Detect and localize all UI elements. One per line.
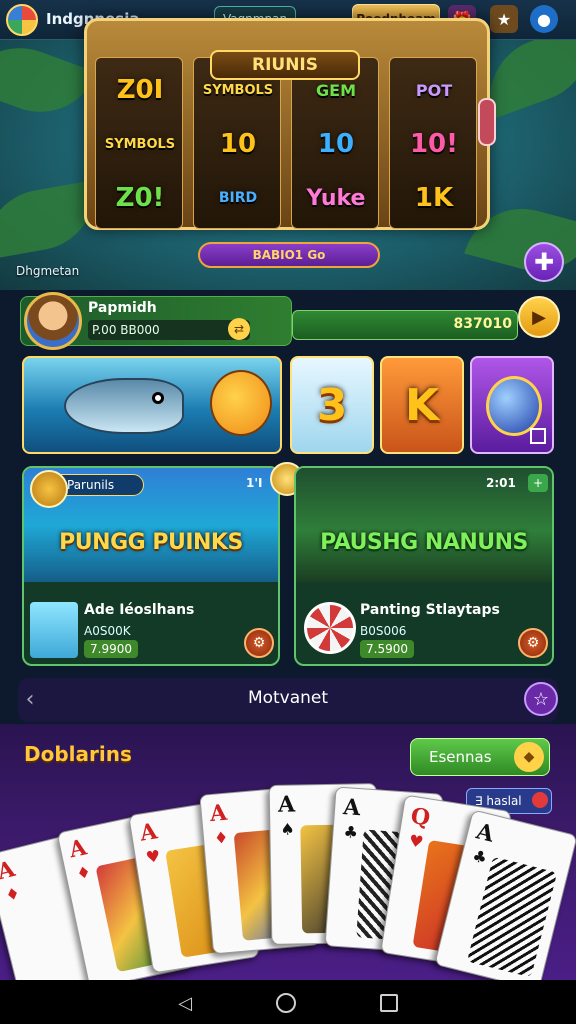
plus-icon[interactable]: + xyxy=(528,474,548,492)
poker-chip-icon xyxy=(304,602,356,654)
slot-side-tab[interactable] xyxy=(478,98,496,146)
reel-symbol: Z0! xyxy=(115,183,165,213)
card-rank: A xyxy=(208,799,229,828)
feature-sub: B0S006 xyxy=(360,624,407,638)
section-title: Motvanet xyxy=(247,688,329,708)
notification-dot xyxy=(532,792,548,808)
slot-reel: POT 10! 1K xyxy=(389,57,477,229)
game-tile-3[interactable]: 3 xyxy=(290,356,374,454)
tile-label: K xyxy=(404,379,440,431)
leaf-decoration xyxy=(0,40,97,129)
reel-symbol: POT xyxy=(415,80,453,100)
reel-symbol: 10 xyxy=(317,129,355,159)
game-tile-k[interactable]: K xyxy=(380,356,464,454)
feature-thumbnail xyxy=(30,602,78,658)
feature-price: 7.5900 xyxy=(360,640,414,658)
card-rank: A xyxy=(66,834,89,864)
fish-eye xyxy=(152,392,164,404)
featured-game-card[interactable]: PUNGG PUINKS Parunils 1'I Ade Iéoslhans … xyxy=(22,466,280,666)
feature-action-button[interactable]: ⚙ xyxy=(244,628,274,658)
card-rank: A xyxy=(277,791,296,818)
card-suit: ♠ xyxy=(280,819,295,839)
back-icon[interactable]: ◁ xyxy=(174,992,196,1014)
slot-label[interactable]: BABIO1 Go xyxy=(198,242,380,268)
card-suit: ♦ xyxy=(74,861,93,884)
reel-symbol: BIRD xyxy=(218,190,258,206)
app-logo[interactable] xyxy=(6,4,38,36)
corner-tag-icon xyxy=(530,428,546,444)
play-button[interactable]: ▶ xyxy=(518,296,560,338)
add-button[interactable]: ✚ xyxy=(524,242,564,282)
reel-symbol: 10 xyxy=(219,129,257,159)
card-rank: A xyxy=(473,818,497,848)
featured-game-card[interactable]: PAUSHG NANUNS 2:01 + Panting Stlaytaps B… xyxy=(294,466,554,666)
card-art xyxy=(466,856,558,978)
profile-icon[interactable]: ● xyxy=(530,5,558,33)
feature-title: PAUSHG NANUNS xyxy=(320,530,528,555)
card-suit: ♥ xyxy=(144,846,162,868)
feature-time: 2:01 xyxy=(486,476,516,490)
hero-caption: Dhgmetan xyxy=(16,264,80,278)
feature-action-button[interactable]: ⚙ xyxy=(518,628,548,658)
avatar[interactable] xyxy=(24,292,82,350)
card-rank: A xyxy=(138,818,160,847)
feature-price: 7.9900 xyxy=(84,640,138,658)
slot-title: RIUNIS xyxy=(210,50,360,80)
card-suit: ♣ xyxy=(342,822,359,843)
reel-symbol: SYMBOLS xyxy=(104,136,176,152)
reel-symbol: 1K xyxy=(414,183,454,213)
slot-reel: SYMBOLS 10 BIRD xyxy=(193,57,281,229)
player-sub-value: P.00 BB000 xyxy=(88,320,250,340)
game-tile-fishing[interactable] xyxy=(22,356,282,454)
reel-symbol: 10! xyxy=(409,129,459,159)
card-rank: A xyxy=(0,855,18,886)
card-rank: Q xyxy=(408,802,432,832)
cards-heading: Doblarins xyxy=(24,742,132,766)
moon-icon xyxy=(486,376,542,436)
slot-reel: GEM 10 Yuke xyxy=(291,57,379,229)
feature-name: Ade Iéoslhans xyxy=(84,602,195,618)
reel-symbol: Yuke xyxy=(306,185,366,211)
game-tile-moon[interactable] xyxy=(470,356,554,454)
coin-icon xyxy=(30,470,68,508)
chest-icon[interactable]: ★ xyxy=(490,5,518,33)
star-icon[interactable]: ☆ xyxy=(524,682,558,716)
card-rank: A xyxy=(342,794,362,822)
recents-icon[interactable] xyxy=(380,994,398,1012)
clownfish-illustration xyxy=(210,370,272,436)
player-name: Papmidh xyxy=(88,300,157,316)
fish-illustration xyxy=(64,378,184,434)
feature-name: Panting Stlaytaps xyxy=(360,602,500,618)
shield-icon: ◆ xyxy=(514,742,544,772)
swap-icon[interactable]: ⇄ xyxy=(228,318,250,340)
feature-sub: A0S00K xyxy=(84,624,131,638)
reel-symbol: Z0I xyxy=(116,75,164,105)
feature-title: PUNGG PUINKS xyxy=(59,530,243,555)
card-suit: ♥ xyxy=(407,830,425,852)
card-suit: ♦ xyxy=(213,827,230,848)
card-suit: ♦ xyxy=(3,883,22,906)
home-icon[interactable] xyxy=(276,993,296,1013)
balance-value: 837010 xyxy=(453,316,512,332)
feature-time: 1'I xyxy=(246,476,263,490)
slot-reel: Z0I SYMBOLS Z0! xyxy=(95,57,183,229)
tile-label: 3 xyxy=(316,379,348,431)
card-suit: ♣ xyxy=(470,845,490,868)
